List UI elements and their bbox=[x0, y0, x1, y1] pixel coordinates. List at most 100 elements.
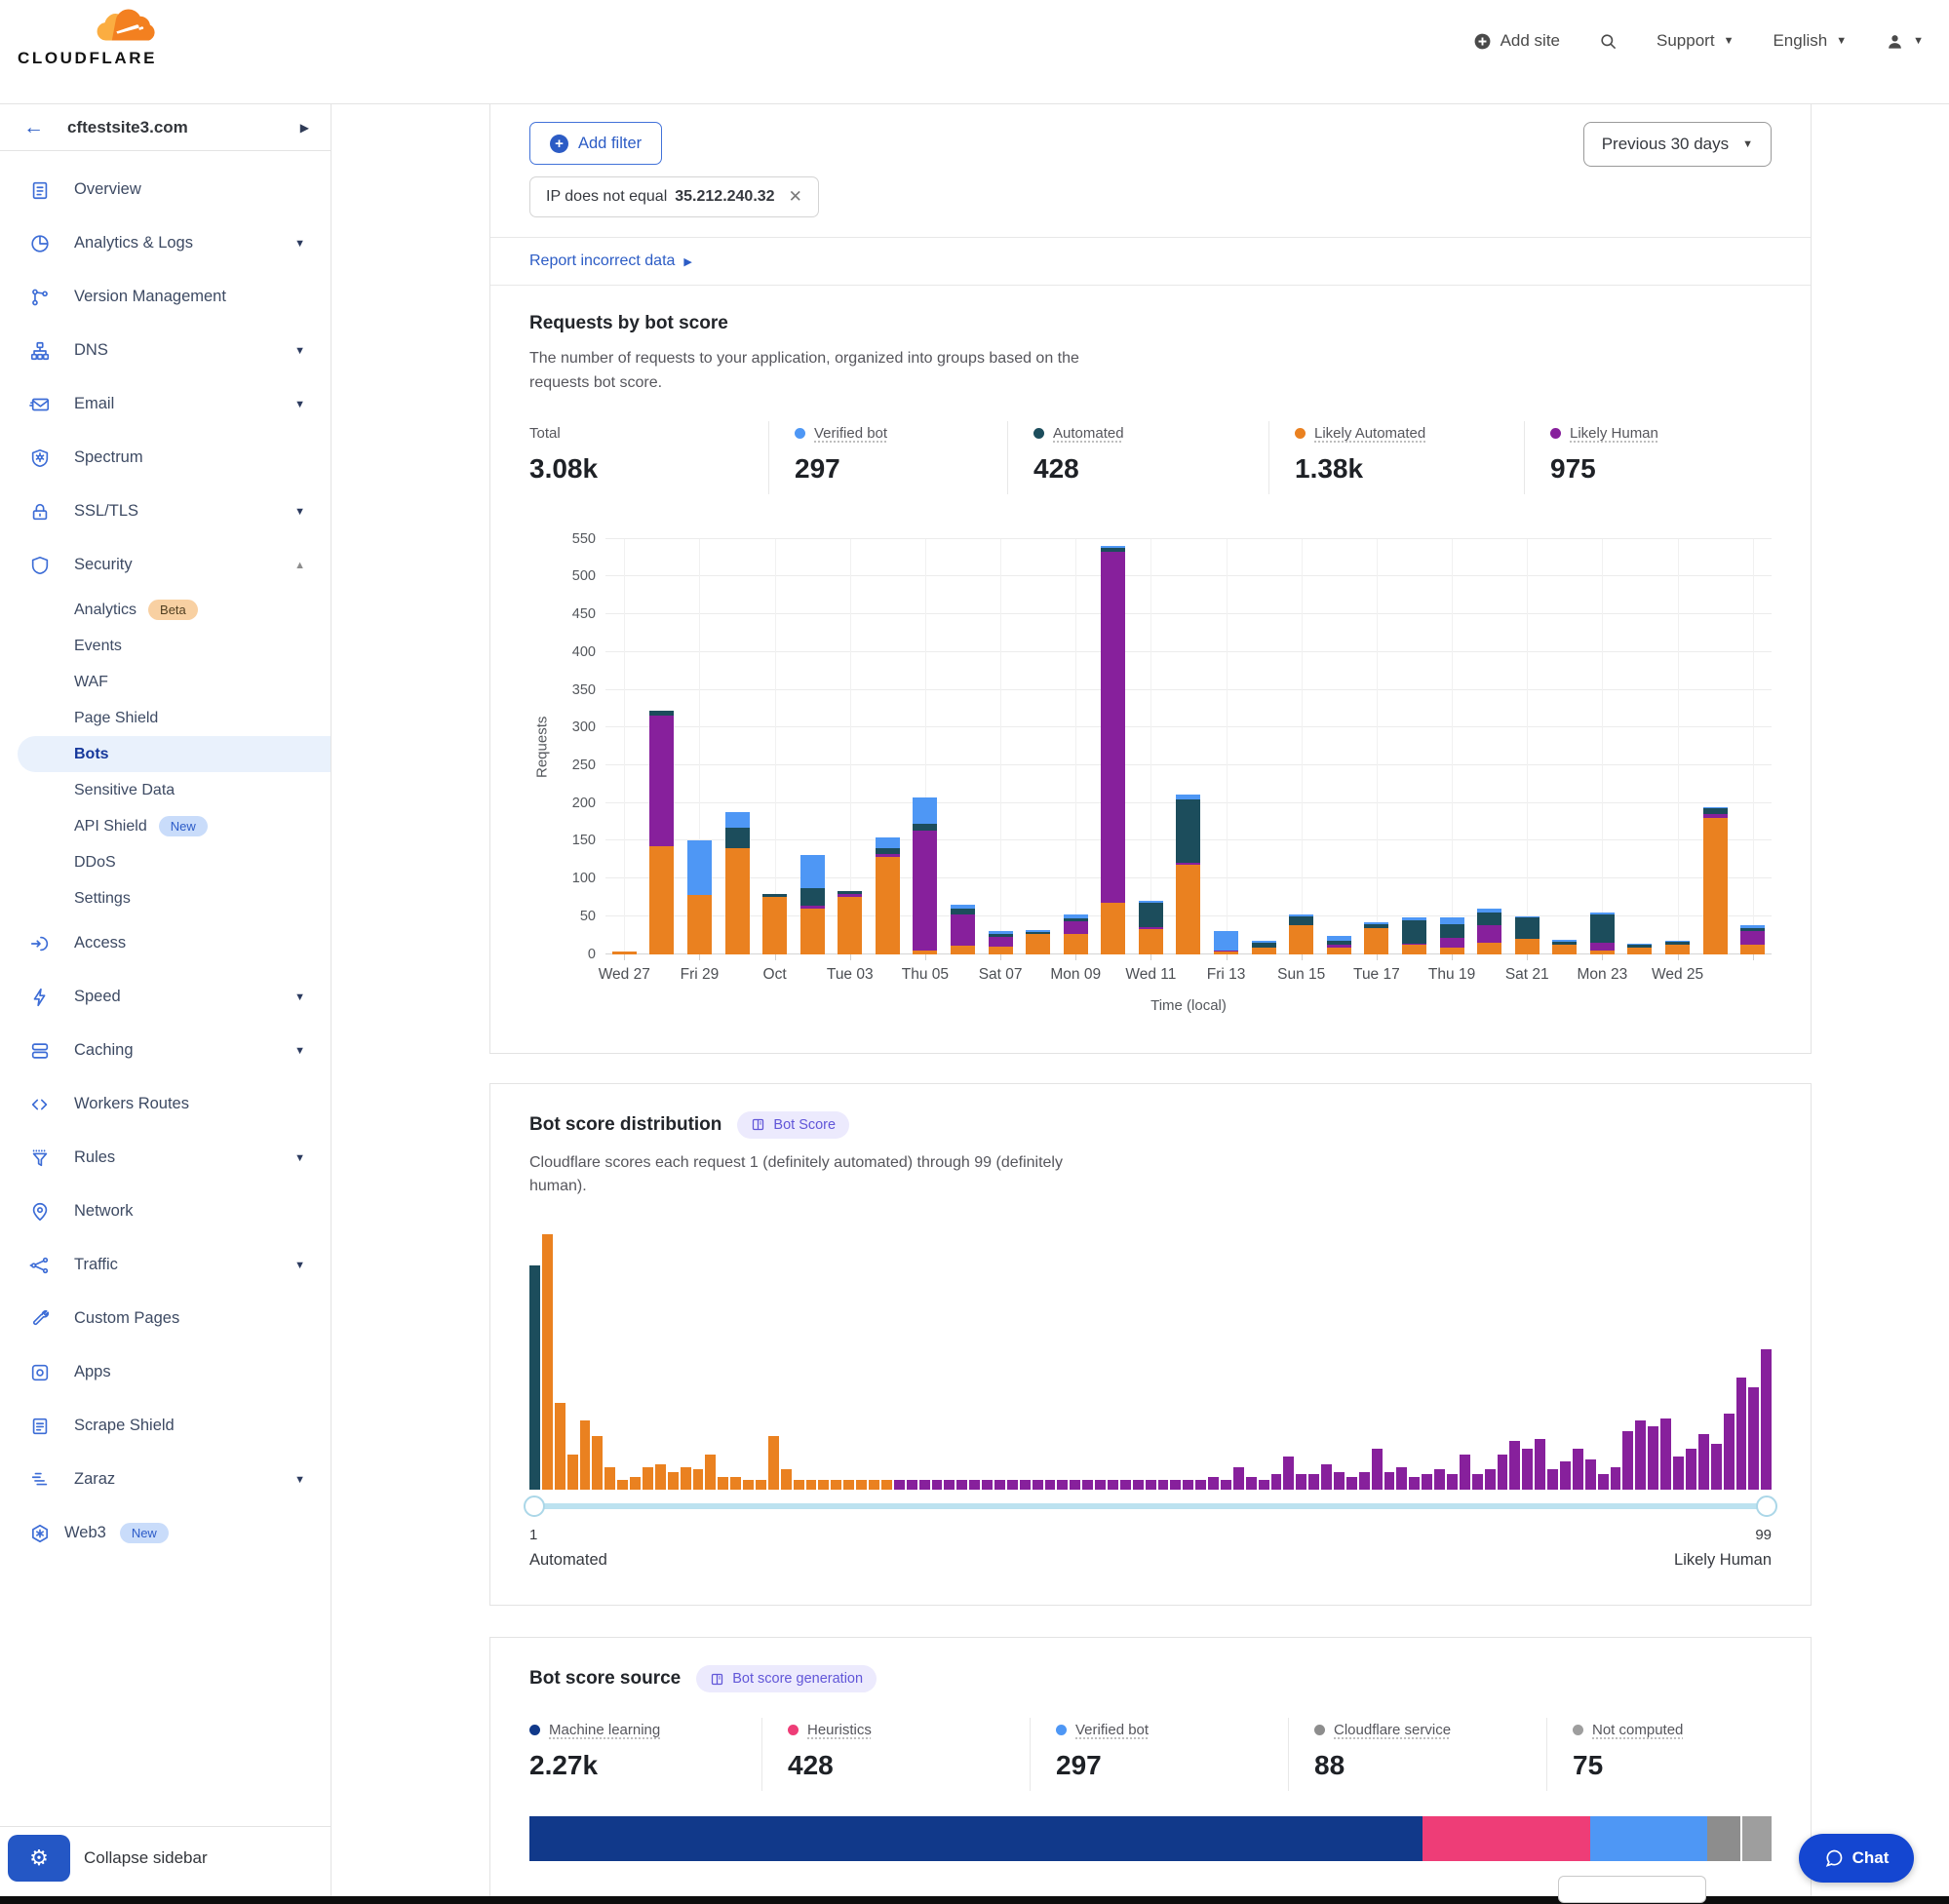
histogram-bar-score-95[interactable] bbox=[1711, 1444, 1722, 1490]
chart-bar-slot[interactable] bbox=[1433, 539, 1471, 954]
chart-bar-slot[interactable] bbox=[982, 539, 1020, 954]
sidebar-item-analytics-logs[interactable]: Analytics & Logs▼ bbox=[0, 216, 331, 270]
histogram-bar-score-93[interactable] bbox=[1686, 1449, 1696, 1490]
chart-bar[interactable] bbox=[1703, 807, 1728, 954]
bar-segment-likely-automated[interactable] bbox=[1139, 929, 1163, 954]
stat-label[interactable]: Likely Automated bbox=[1314, 425, 1425, 442]
bot-score-badge[interactable]: Bot Score bbox=[737, 1111, 849, 1139]
bar-segment-likely-automated[interactable] bbox=[725, 848, 750, 953]
sidebar-item-settings[interactable]: Settings bbox=[0, 880, 331, 916]
chart-bar-slot[interactable] bbox=[1621, 539, 1659, 954]
filter-chip[interactable]: IP does not equal 35.212.240.32 ✕ bbox=[529, 176, 819, 217]
histogram-bar-score-42[interactable] bbox=[1045, 1480, 1056, 1490]
chart-bar-slot[interactable] bbox=[1170, 539, 1208, 954]
bar-segment-likely-automated[interactable] bbox=[1364, 928, 1388, 954]
partial-bottom-widget[interactable] bbox=[1558, 1876, 1706, 1903]
histogram-bar-score-70[interactable] bbox=[1396, 1467, 1407, 1491]
histogram-bar-score-26[interactable] bbox=[843, 1480, 854, 1490]
histogram-bar-score-23[interactable] bbox=[806, 1480, 817, 1490]
slider-track[interactable] bbox=[529, 1503, 1772, 1509]
histogram-bar-score-29[interactable] bbox=[881, 1480, 892, 1490]
sidebar-item-speed[interactable]: Speed▼ bbox=[0, 970, 331, 1024]
chart-bar[interactable] bbox=[1552, 940, 1577, 954]
histogram-bar-score-51[interactable] bbox=[1158, 1480, 1169, 1490]
bar-segment-likely-human[interactable] bbox=[1101, 552, 1125, 903]
chart-bar-slot[interactable] bbox=[831, 539, 869, 954]
chart-bar[interactable] bbox=[762, 894, 787, 953]
bar-segment-automated[interactable] bbox=[1440, 924, 1464, 938]
chart-bar[interactable] bbox=[800, 855, 825, 953]
bar-segment-likely-automated[interactable] bbox=[1515, 939, 1540, 953]
histogram-bar-score-76[interactable] bbox=[1472, 1474, 1483, 1490]
add-filter-button[interactable]: + Add filter bbox=[529, 122, 662, 165]
bar-segment-likely-human[interactable] bbox=[649, 716, 674, 846]
bar-segment-automated[interactable] bbox=[725, 828, 750, 849]
histogram-bar-score-97[interactable] bbox=[1736, 1378, 1747, 1490]
histogram-bar-score-32[interactable] bbox=[919, 1480, 930, 1490]
histogram-bar-score-46[interactable] bbox=[1095, 1480, 1106, 1490]
chart-bar[interactable] bbox=[1440, 917, 1464, 953]
slider-handle-max[interactable] bbox=[1756, 1496, 1777, 1517]
chart-bar[interactable] bbox=[1477, 909, 1501, 953]
sidebar-item-events[interactable]: Events bbox=[0, 628, 331, 664]
chart-bar[interactable] bbox=[725, 812, 750, 954]
source-segment-cloudflare-service[interactable] bbox=[1707, 1816, 1742, 1861]
histogram-bar-score-49[interactable] bbox=[1133, 1480, 1144, 1490]
stat-label[interactable]: Cloudflare service bbox=[1334, 1722, 1451, 1738]
bar-segment-automated[interactable] bbox=[800, 888, 825, 906]
sidebar-item-apps[interactable]: Apps bbox=[0, 1345, 331, 1399]
histogram-bar-score-75[interactable] bbox=[1460, 1455, 1470, 1491]
histogram-bar-score-99[interactable] bbox=[1761, 1349, 1772, 1490]
bar-segment-likely-automated[interactable] bbox=[1552, 945, 1577, 953]
chart-bar[interactable] bbox=[1740, 925, 1765, 953]
remove-filter-icon[interactable]: ✕ bbox=[789, 187, 802, 207]
bar-segment-verified-bot[interactable] bbox=[800, 855, 825, 888]
histogram-bar-score-39[interactable] bbox=[1007, 1480, 1018, 1490]
chart-bar[interactable] bbox=[876, 837, 900, 953]
bar-segment-likely-automated[interactable] bbox=[687, 895, 712, 953]
bar-segment-likely-human[interactable] bbox=[913, 831, 937, 950]
histogram-bar-score-54[interactable] bbox=[1195, 1480, 1206, 1490]
chart-bar-slot[interactable] bbox=[1282, 539, 1320, 954]
sidebar-item-web3[interactable]: Web3New bbox=[0, 1506, 331, 1560]
chart-bar-slot[interactable] bbox=[1734, 539, 1772, 954]
account-menu[interactable]: ▼ bbox=[1886, 32, 1924, 51]
histogram-bar-score-61[interactable] bbox=[1283, 1457, 1294, 1490]
bar-segment-likely-human[interactable] bbox=[1064, 921, 1088, 934]
histogram-bar-score-22[interactable] bbox=[794, 1480, 804, 1490]
chart-bar[interactable] bbox=[1665, 941, 1690, 954]
histogram-bar-score-25[interactable] bbox=[831, 1480, 841, 1490]
histogram-bar-score-33[interactable] bbox=[932, 1480, 943, 1490]
bar-segment-automated[interactable] bbox=[1477, 913, 1501, 925]
histogram-bar-score-94[interactable] bbox=[1698, 1434, 1709, 1491]
histogram-bar-score-60[interactable] bbox=[1271, 1474, 1282, 1490]
chart-bar[interactable] bbox=[1176, 795, 1200, 953]
bar-segment-likely-automated[interactable] bbox=[1740, 945, 1765, 954]
histogram-bar-score-52[interactable] bbox=[1170, 1480, 1181, 1490]
histogram-bar-score-43[interactable] bbox=[1057, 1480, 1068, 1490]
bar-segment-verified-bot[interactable] bbox=[725, 812, 750, 827]
histogram-bar-score-40[interactable] bbox=[1020, 1480, 1031, 1490]
histogram-bar-score-92[interactable] bbox=[1673, 1457, 1684, 1490]
chart-bar-slot[interactable] bbox=[1395, 539, 1433, 954]
bar-segment-likely-automated[interactable] bbox=[649, 846, 674, 954]
chart-bar[interactable] bbox=[1139, 901, 1163, 954]
histogram-bar-score-72[interactable] bbox=[1422, 1474, 1432, 1490]
stat-label[interactable]: Likely Human bbox=[1570, 425, 1658, 442]
histogram-bar-score-55[interactable] bbox=[1208, 1477, 1219, 1490]
chart-bar-slot[interactable] bbox=[869, 539, 907, 954]
histogram-bar-score-57[interactable] bbox=[1233, 1467, 1244, 1491]
stat-label[interactable]: Not computed bbox=[1592, 1722, 1683, 1738]
sidebar-item-waf[interactable]: WAF bbox=[0, 664, 331, 700]
histogram-bar-score-62[interactable] bbox=[1296, 1474, 1306, 1490]
chart-bar-slot[interactable] bbox=[1358, 539, 1396, 954]
histogram-bar-score-98[interactable] bbox=[1748, 1387, 1759, 1490]
support-menu[interactable]: Support▼ bbox=[1657, 31, 1734, 51]
bar-segment-automated[interactable] bbox=[1515, 917, 1540, 939]
bar-segment-automated[interactable] bbox=[1139, 903, 1163, 927]
histogram-bar-score-12[interactable] bbox=[668, 1472, 679, 1490]
bar-segment-likely-automated[interactable] bbox=[1101, 903, 1125, 954]
histogram-bar-score-24[interactable] bbox=[818, 1480, 829, 1490]
add-site-button[interactable]: Add site bbox=[1473, 31, 1560, 51]
bar-segment-likely-automated[interactable] bbox=[1289, 925, 1313, 953]
